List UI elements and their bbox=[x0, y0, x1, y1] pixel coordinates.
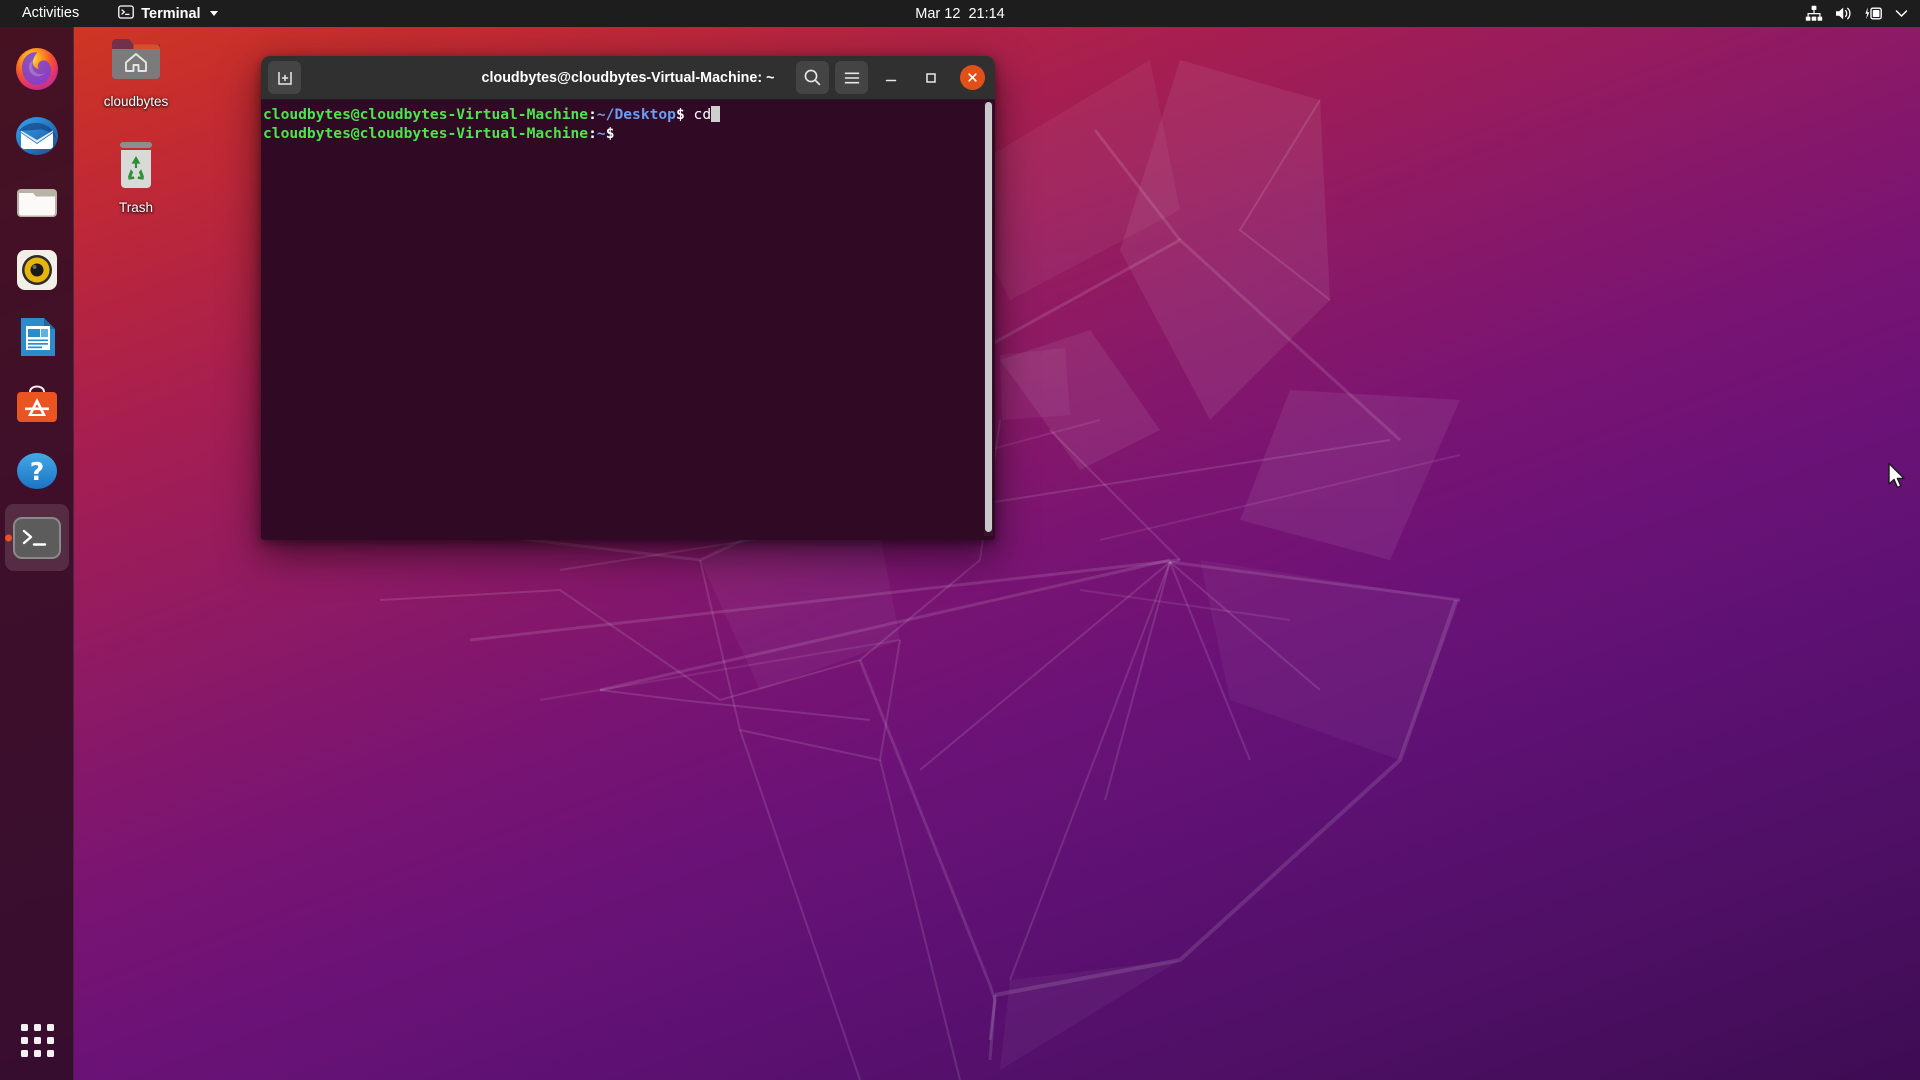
files-icon bbox=[11, 177, 63, 229]
running-indicator bbox=[5, 534, 12, 541]
desktop-icon-label: Trash bbox=[88, 200, 184, 215]
terminal-command: cd bbox=[694, 106, 712, 123]
search-button[interactable] bbox=[796, 61, 829, 94]
text-cursor bbox=[711, 106, 720, 122]
libreoffice-writer-icon bbox=[11, 311, 63, 363]
grid-icon bbox=[21, 1024, 54, 1057]
prompt-path: ~ bbox=[597, 125, 606, 142]
dock-item-ubuntu-software[interactable] bbox=[0, 370, 74, 437]
trash-icon bbox=[112, 177, 160, 194]
prompt-dollar: $ bbox=[606, 125, 624, 142]
terminal-body[interactable]: cloudbytes@cloudbytes-Virtual-Machine:~/… bbox=[261, 100, 995, 540]
activities-button[interactable]: Activities bbox=[10, 0, 91, 27]
prompt-dollar: $ bbox=[676, 106, 694, 123]
terminal-titlebar[interactable]: cloudbytes@cloudbytes-Virtual-Machine: ~ bbox=[261, 56, 995, 100]
clock[interactable]: Mar 12 21:14 bbox=[915, 6, 1004, 22]
dock: ? bbox=[0, 27, 74, 1080]
prompt-path: ~/Desktop bbox=[597, 106, 676, 123]
minimize-button[interactable] bbox=[874, 61, 908, 95]
svg-text:?: ? bbox=[30, 457, 45, 486]
volume-icon bbox=[1834, 5, 1853, 22]
dock-item-libreoffice-writer[interactable] bbox=[0, 303, 74, 370]
app-menu-terminal[interactable]: Terminal bbox=[109, 0, 226, 27]
terminal-icon bbox=[118, 4, 134, 24]
system-status-area[interactable] bbox=[1805, 5, 1908, 22]
home-folder-icon bbox=[108, 71, 164, 88]
scrollbar-thumb[interactable] bbox=[985, 102, 992, 532]
dock-item-thunderbird[interactable] bbox=[0, 102, 74, 169]
app-menu-label: Terminal bbox=[141, 6, 200, 22]
desktop-icon-label: cloudbytes bbox=[88, 94, 184, 109]
prompt-user-host: cloudbytes@cloudbytes-Virtual-Machine bbox=[263, 125, 588, 142]
top-bar: Activities Terminal Mar 12 21:14 bbox=[0, 0, 1920, 27]
dock-item-firefox[interactable] bbox=[0, 35, 74, 102]
firefox-icon bbox=[11, 43, 63, 95]
terminal-dock-icon bbox=[13, 517, 61, 559]
chevron-down-icon bbox=[1895, 9, 1908, 18]
dock-item-help[interactable]: ? bbox=[0, 437, 74, 504]
prompt-colon: : bbox=[588, 106, 597, 123]
dock-item-terminal[interactable] bbox=[5, 504, 69, 571]
network-icon bbox=[1805, 5, 1823, 22]
dock-item-files[interactable] bbox=[0, 169, 74, 236]
titlebar-controls bbox=[796, 61, 988, 95]
dock-item-rhythmbox[interactable] bbox=[0, 236, 74, 303]
battery-charging-icon bbox=[1864, 5, 1884, 22]
desktop-icon-home-folder[interactable]: cloudbytes bbox=[88, 34, 184, 109]
terminal-output: cloudbytes@cloudbytes-Virtual-Machine:~/… bbox=[261, 100, 995, 143]
chevron-down-icon bbox=[210, 11, 218, 16]
maximize-button[interactable] bbox=[914, 61, 948, 95]
show-applications-button[interactable] bbox=[0, 1008, 74, 1072]
desktop-icon-trash[interactable]: Trash bbox=[88, 138, 184, 215]
ubuntu-software-icon bbox=[11, 378, 63, 430]
thunderbird-icon bbox=[11, 110, 63, 162]
close-button[interactable] bbox=[960, 65, 985, 90]
prompt-user-host: cloudbytes@cloudbytes-Virtual-Machine bbox=[263, 106, 588, 123]
hamburger-menu-button[interactable] bbox=[835, 61, 868, 94]
terminal-window[interactable]: cloudbytes@cloudbytes-Virtual-Machine: ~ bbox=[261, 56, 995, 540]
prompt-colon: : bbox=[588, 125, 597, 142]
new-tab-button[interactable] bbox=[268, 61, 301, 94]
rhythmbox-icon bbox=[11, 244, 63, 296]
help-icon: ? bbox=[11, 445, 63, 497]
terminal-scrollbar[interactable] bbox=[984, 102, 993, 536]
